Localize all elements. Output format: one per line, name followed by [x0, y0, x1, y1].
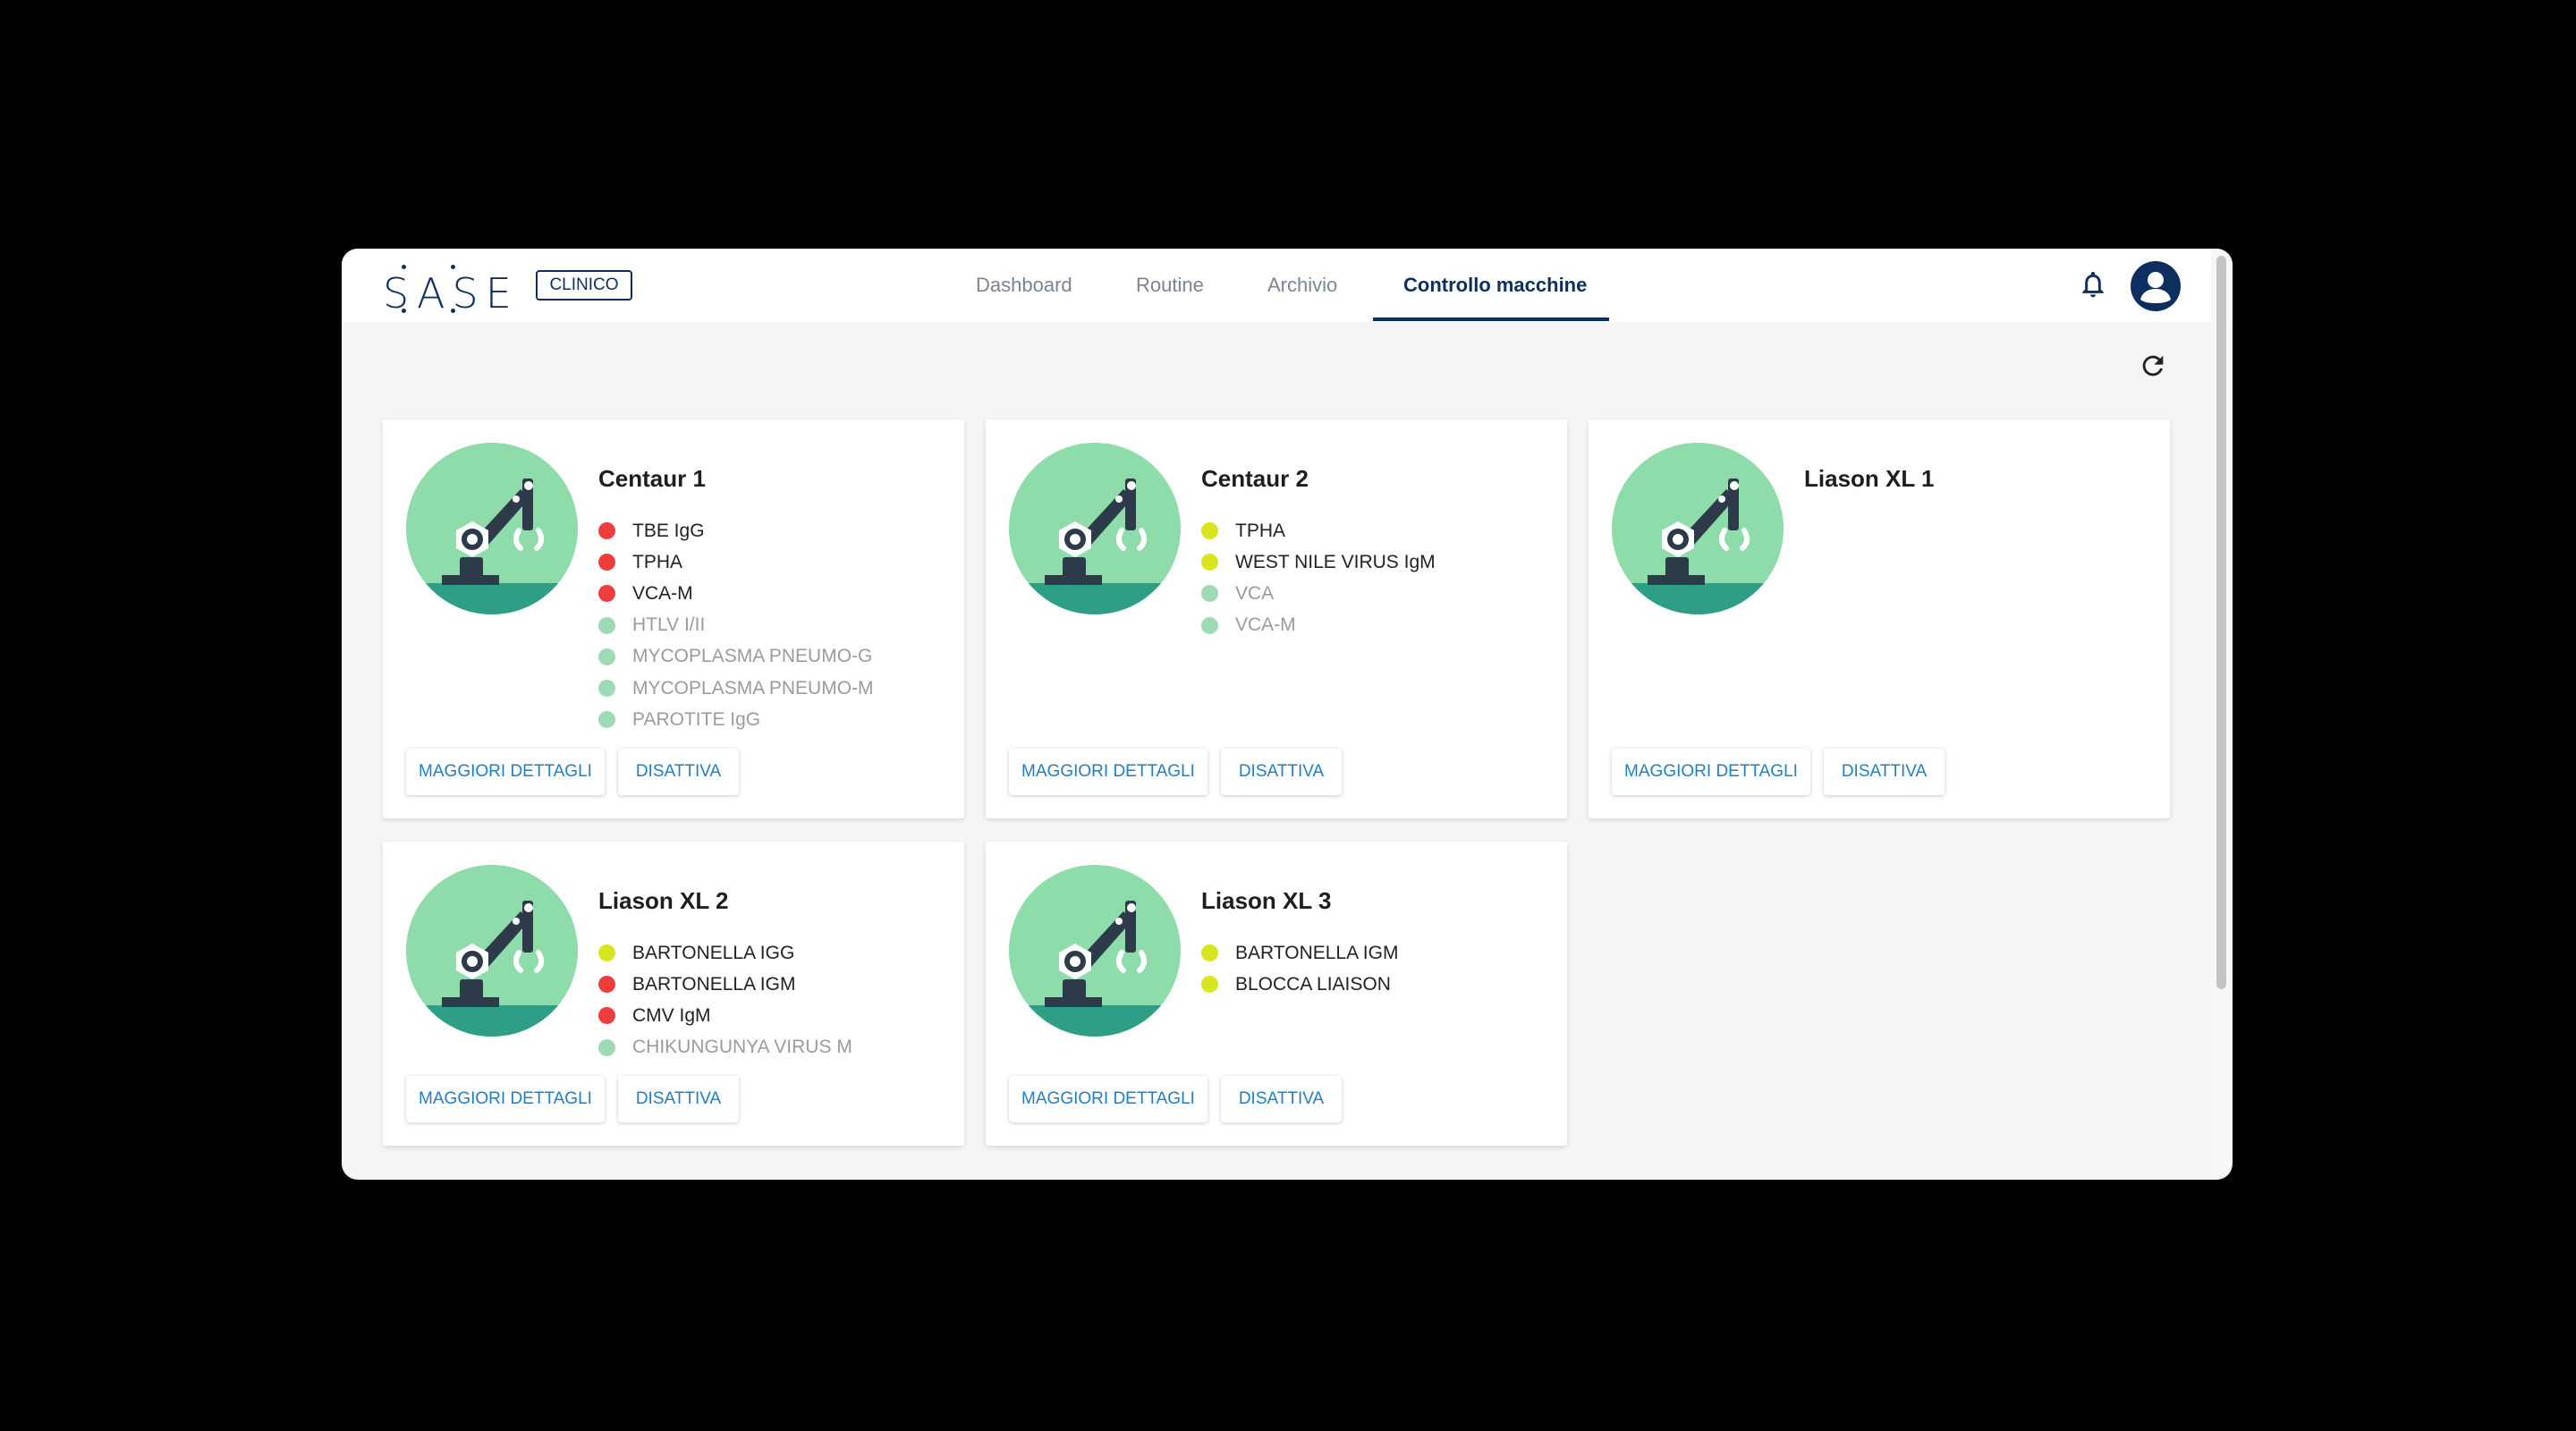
environment-badge: CLINICO	[536, 270, 632, 301]
details-button[interactable]: MAGGIORI DETTAGLI	[406, 1076, 605, 1122]
status-dot-icon	[1201, 585, 1218, 603]
status-dot-icon	[1201, 554, 1218, 572]
test-item: WEST NILE VIRUS IgM	[1201, 546, 1436, 578]
test-list: TBE IgG TPHA VCA-M HTLV I/II MYCOPLASMA PNEU…	[598, 515, 874, 735]
status-dot-icon	[598, 944, 615, 962]
test-item: PAROTITE IgG	[598, 704, 874, 735]
test-list: TPHA WEST NILE VIRUS IgM VCA VCA-M	[1201, 515, 1436, 641]
test-label: MYCOPLASMA PNEUMO-G	[632, 646, 873, 667]
test-item: TPHA	[1201, 515, 1436, 546]
logo-text: SASE	[383, 269, 519, 318]
test-item: BARTONELLA IGM	[1201, 937, 1398, 969]
details-button[interactable]: MAGGIORI DETTAGLI	[1009, 1076, 1208, 1122]
tab-controllo-macchine[interactable]: Controllo macchine	[1403, 274, 1587, 297]
machine-card: Liason XL 2 BARTONELLA IGG BARTONELLA IGM…	[383, 842, 964, 1146]
test-list: BARTONELLA IGG BARTONELLA IGM CMV IgM CHIKU…	[598, 937, 852, 1063]
test-item: BARTONELLA IGM	[598, 969, 852, 1000]
test-label: CMV IgM	[632, 1004, 711, 1026]
user-avatar-icon[interactable]	[2131, 261, 2181, 311]
logo-dot	[451, 265, 455, 269]
status-dot-icon	[1201, 976, 1218, 994]
test-label: WEST NILE VIRUS IgM	[1235, 551, 1436, 572]
test-label: VCA-M	[632, 582, 693, 604]
deactivate-button[interactable]: DISATTIVA	[1221, 1076, 1342, 1122]
test-item: BLOCCA LIAISON	[1201, 969, 1398, 1000]
robot-arm-icon	[406, 865, 578, 1037]
test-item: TPHA	[598, 546, 874, 578]
deactivate-button[interactable]: DISATTIVA	[618, 1076, 739, 1122]
status-dot-icon	[598, 1038, 615, 1056]
test-label: CHIKUNGUNYA VIRUS M	[632, 1037, 852, 1058]
logo-dot	[451, 309, 455, 313]
machine-name: Liason XL 1	[1804, 465, 1935, 492]
test-item: MYCOPLASMA PNEUMO-M	[598, 673, 874, 704]
scrollbar-thumb[interactable]	[2216, 256, 2226, 989]
test-item: BARTONELLA IGG	[598, 937, 852, 969]
sase-logo[interactable]: SASE	[383, 265, 512, 318]
test-label: VCA	[1235, 582, 1275, 604]
status-dot-icon	[598, 680, 615, 698]
status-dot-icon	[598, 616, 615, 634]
test-label: PAROTITE IgG	[632, 708, 761, 730]
status-dot-icon	[1201, 522, 1218, 540]
deactivate-button[interactable]: DISATTIVA	[1824, 749, 1945, 795]
test-label: TBE IgG	[632, 520, 705, 541]
logo-dot	[402, 265, 406, 269]
machine-card: Centaur 1 TBE IgG TPHA VCA-M HTLV I/II MYCOP…	[383, 419, 964, 818]
test-label: TPHA	[1235, 520, 1286, 541]
active-tab-indicator	[1373, 318, 1609, 321]
test-item: VCA-M	[598, 578, 874, 609]
tab-dashboard[interactable]: Dashboard	[976, 274, 1072, 297]
status-dot-icon	[598, 648, 615, 665]
robot-arm-icon	[1009, 443, 1181, 614]
test-item: VCA	[1201, 578, 1436, 609]
test-item: MYCOPLASMA PNEUMO-G	[598, 641, 874, 673]
machine-name: Liason XL 3	[1201, 887, 1332, 914]
machine-name: Centaur 2	[1201, 465, 1309, 492]
tab-archivio[interactable]: Archivio	[1267, 274, 1337, 297]
machine-card: Liason XL 3 BARTONELLA IGM BLOCCA LIAISON…	[986, 842, 1567, 1146]
test-label: MYCOPLASMA PNEUMO-M	[632, 677, 874, 699]
test-list: BARTONELLA IGM BLOCCA LIAISON	[1201, 937, 1398, 1000]
test-label: BARTONELLA IGG	[632, 942, 795, 963]
status-dot-icon	[598, 554, 615, 572]
tab-routine[interactable]: Routine	[1136, 274, 1204, 297]
details-button[interactable]: MAGGIORI DETTAGLI	[1009, 749, 1208, 795]
test-label: BARTONELLA IGM	[632, 973, 796, 995]
top-navigation-bar: SASE CLINICO Dashboard Routine Archivio …	[342, 249, 2233, 322]
status-dot-icon	[1201, 944, 1218, 962]
status-dot-icon	[598, 976, 615, 994]
test-label: HTLV I/II	[632, 614, 706, 636]
test-item: CMV IgM	[598, 1000, 852, 1031]
test-item: CHIKUNGUNYA VIRUS M	[598, 1032, 852, 1063]
robot-arm-icon	[1009, 865, 1181, 1037]
status-dot-icon	[598, 585, 615, 603]
robot-arm-icon	[1612, 443, 1784, 614]
refresh-icon[interactable]	[2138, 351, 2168, 381]
test-item: TBE IgG	[598, 515, 874, 546]
logo-dot	[402, 309, 406, 313]
test-label: BARTONELLA IGM	[1235, 942, 1399, 963]
bell-icon[interactable]	[2079, 270, 2107, 301]
test-label: TPHA	[632, 551, 683, 572]
deactivate-button[interactable]: DISATTIVA	[1221, 749, 1342, 795]
test-label: VCA-M	[1235, 614, 1296, 636]
status-dot-icon	[598, 522, 615, 540]
test-label: BLOCCA LIAISON	[1235, 973, 1391, 995]
robot-arm-icon	[406, 443, 578, 614]
test-item: HTLV I/II	[598, 610, 874, 641]
machine-name: Liason XL 2	[598, 887, 729, 914]
machine-card: Liason XL 1 MAGGIORI DETTAGLI DISATTIVA	[1589, 419, 2170, 818]
status-dot-icon	[1201, 616, 1218, 634]
status-dot-icon	[598, 1007, 615, 1025]
details-button[interactable]: MAGGIORI DETTAGLI	[1612, 749, 1810, 795]
machine-card: Centaur 2 TPHA WEST NILE VIRUS IgM VCA VCA-…	[986, 419, 1567, 818]
details-button[interactable]: MAGGIORI DETTAGLI	[406, 749, 605, 795]
test-item: VCA-M	[1201, 610, 1436, 641]
app-window: SASE CLINICO Dashboard Routine Archivio …	[342, 249, 2233, 1180]
status-dot-icon	[598, 711, 615, 729]
deactivate-button[interactable]: DISATTIVA	[618, 749, 739, 795]
machine-name: Centaur 1	[598, 465, 706, 492]
